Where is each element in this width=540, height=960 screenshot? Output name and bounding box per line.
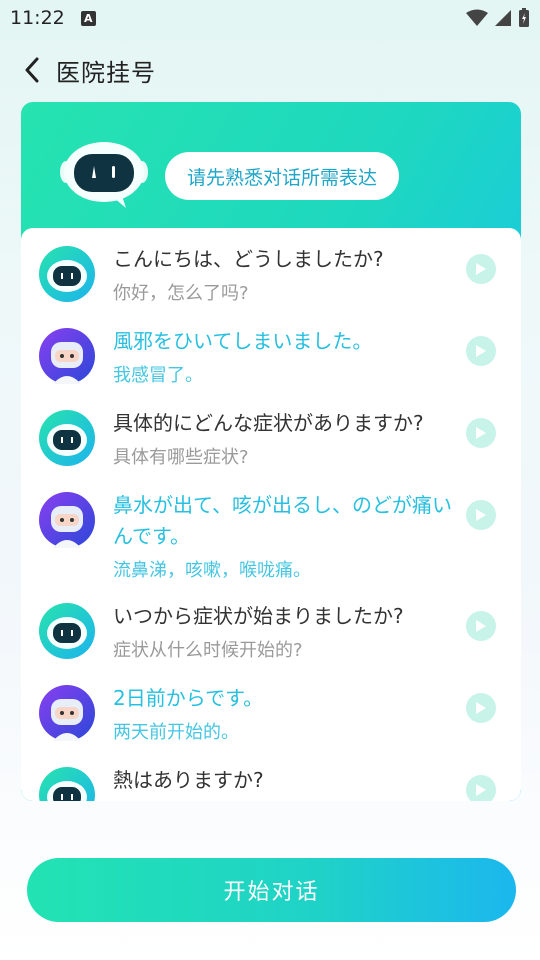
play-audio-button[interactable] — [466, 500, 496, 530]
status-icons — [466, 8, 530, 28]
play-icon — [476, 345, 486, 357]
wifi-icon — [466, 9, 488, 26]
robot-avatar — [39, 603, 95, 659]
app-bar: 医院挂号 — [0, 48, 540, 92]
play-icon — [476, 702, 486, 714]
chevron-left-icon — [25, 57, 39, 83]
chinese-translation: 具体有哪些症状? — [113, 447, 249, 468]
robot-avatar — [39, 410, 95, 466]
play-audio-button[interactable] — [466, 254, 496, 284]
chinese-translation: 流鼻涕，咳嗽，喉咙痛。 — [113, 560, 311, 581]
a-badge-icon: A — [80, 10, 96, 26]
back-button[interactable] — [8, 48, 56, 92]
page-title: 医院挂号 — [56, 58, 156, 87]
status-bar: 11:22 A — [0, 0, 540, 36]
play-audio-button[interactable] — [466, 418, 496, 448]
dialogue-text: 風邪をひいてしまいました。 我感冒了。 — [113, 326, 453, 389]
play-audio-button[interactable] — [466, 611, 496, 641]
chinese-translation: 两天前开始的。 — [113, 722, 239, 743]
play-audio-button[interactable] — [466, 775, 496, 801]
japanese-line: 風邪をひいてしまいました。 — [113, 329, 373, 353]
dialogue-text: こんにちは、どうしましたか? 你好，怎么了吗? — [113, 244, 453, 307]
play-audio-button[interactable] — [466, 336, 496, 366]
chinese-translation: 你好，怎么了吗? — [113, 283, 249, 304]
japanese-line: 2日前からです。 — [113, 686, 264, 710]
chinese-translation: 症状从什么时候开始的? — [113, 640, 303, 661]
status-time: 11:22 — [10, 7, 65, 29]
dialogue-card: 请先熟悉对话所需表达 こんにちは、どうしましたか? 你好，怎么了吗? 風邪をひい… — [21, 102, 521, 801]
robot-avatar — [39, 767, 95, 801]
battery-icon — [519, 8, 529, 27]
dialogue-list[interactable]: こんにちは、どうしましたか? 你好，怎么了吗? 風邪をひいてしまいました。 我感… — [21, 228, 521, 801]
hint-bubble: 请先熟悉对话所需表达 — [165, 152, 399, 200]
dialogue-text: 鼻水が出て、咳が出るし、のどが痛いんです。 流鼻涕，咳嗽，喉咙痛。 — [113, 490, 453, 584]
japanese-line: 熱はありますか? — [113, 768, 264, 792]
dialogue-text: 熱はありますか? — [113, 765, 453, 796]
play-icon — [476, 263, 486, 275]
signal-icon — [495, 10, 511, 26]
play-icon — [476, 784, 486, 796]
user-avatar — [39, 328, 95, 384]
japanese-line: 具体的にどんな症状がありますか? — [113, 411, 424, 435]
chinese-translation: 我感冒了。 — [113, 365, 203, 386]
start-dialogue-button[interactable]: 开始对话 — [27, 858, 516, 922]
play-icon — [476, 620, 486, 632]
japanese-line: 鼻水が出て、咳が出るし、のどが痛いんです。 — [113, 493, 452, 548]
dialogue-text: 2日前からです。 两天前开始的。 — [113, 683, 453, 746]
japanese-line: いつから症状が始まりましたか? — [113, 604, 404, 628]
dialogue-text: 具体的にどんな症状がありますか? 具体有哪些症状? — [113, 408, 453, 471]
user-avatar — [39, 685, 95, 741]
robot-mascot-icon — [56, 142, 152, 216]
play-icon — [476, 509, 486, 521]
play-audio-button[interactable] — [466, 693, 496, 723]
japanese-line: こんにちは、どうしましたか? — [113, 247, 384, 271]
robot-avatar — [39, 246, 95, 302]
user-avatar — [39, 492, 95, 548]
play-icon — [476, 427, 486, 439]
dialogue-text: いつから症状が始まりましたか? 症状从什么时候开始的? — [113, 601, 453, 664]
